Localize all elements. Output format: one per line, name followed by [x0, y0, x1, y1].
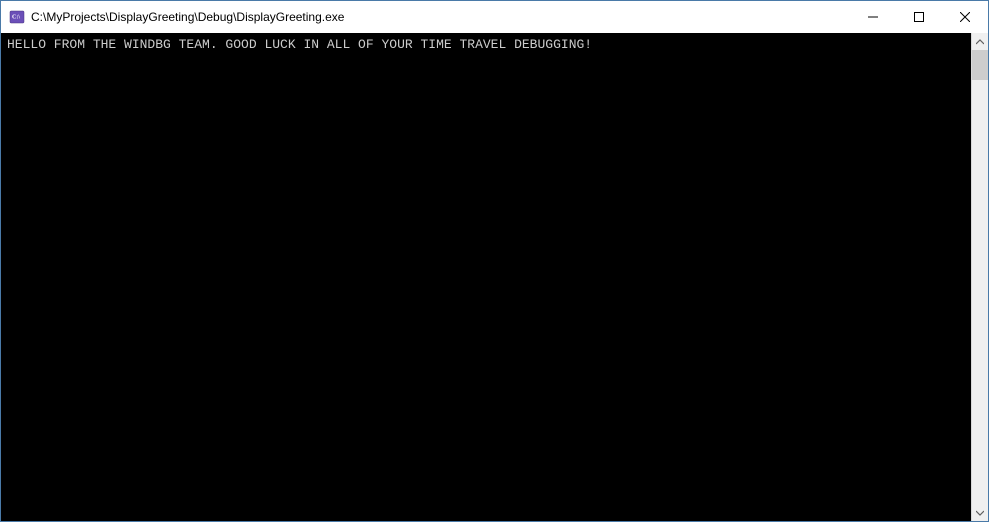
chevron-down-icon [976, 505, 984, 520]
minimize-button[interactable] [850, 1, 896, 33]
maximize-icon [914, 10, 924, 25]
titlebar[interactable]: C:\ C:\MyProjects\DisplayGreeting\Debug\… [1, 1, 988, 33]
scroll-down-button[interactable] [972, 504, 988, 521]
application-window: C:\ C:\MyProjects\DisplayGreeting\Debug\… [0, 0, 989, 522]
scroll-track[interactable] [972, 50, 988, 504]
scroll-up-button[interactable] [972, 33, 988, 50]
scroll-thumb[interactable] [972, 50, 988, 80]
chevron-up-icon [976, 34, 984, 49]
svg-text:C:\: C:\ [12, 15, 20, 21]
maximize-button[interactable] [896, 1, 942, 33]
console-output: HELLO FROM THE WINDBG TEAM. GOOD LUCK IN… [1, 33, 971, 521]
window-controls [850, 1, 988, 33]
minimize-icon [868, 10, 878, 25]
window-title: C:\MyProjects\DisplayGreeting\Debug\Disp… [31, 10, 850, 24]
app-icon: C:\ [9, 9, 25, 25]
close-button[interactable] [942, 1, 988, 33]
client-area: HELLO FROM THE WINDBG TEAM. GOOD LUCK IN… [1, 33, 988, 521]
close-icon [960, 10, 970, 25]
vertical-scrollbar[interactable] [971, 33, 988, 521]
